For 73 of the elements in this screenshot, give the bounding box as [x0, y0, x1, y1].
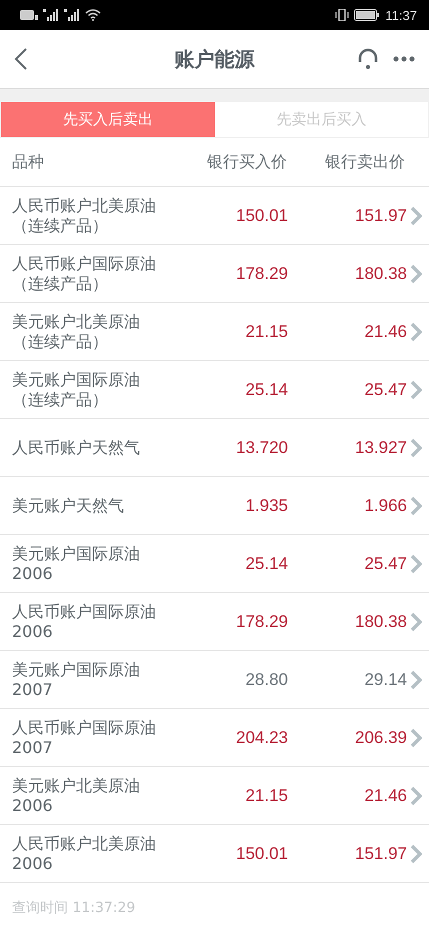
buy-price: 204.23 — [235, 728, 288, 748]
chevron-icon[interactable] — [410, 554, 422, 574]
sell-price: 180.38 — [354, 264, 407, 284]
chevron-icon[interactable] — [410, 322, 422, 342]
buy-price: 1.935 — [244, 496, 288, 516]
product-subtitle: （连续产品） — [12, 390, 109, 410]
chevron-icon[interactable] — [410, 496, 422, 516]
product-subtitle: 2007 — [12, 680, 54, 700]
sell-price: 21.46 — [363, 786, 407, 806]
product-name: 美元账户国际原油 — [12, 544, 141, 564]
chevron-icon[interactable] — [410, 264, 422, 284]
headset-icon[interactable] — [357, 48, 379, 70]
chevron-icon[interactable] — [410, 786, 422, 806]
chevron-icon[interactable] — [410, 612, 422, 632]
buy-price: 25.14 — [244, 554, 288, 574]
clock-time: 11:37 — [385, 8, 417, 22]
buy-price: 25.14 — [244, 380, 288, 400]
product-name: 人民币账户天然气 — [12, 438, 141, 458]
query-time: 查询时间 11:37:29 — [12, 900, 136, 916]
product-subtitle: 2007 — [12, 738, 54, 758]
buy-price: 178.29 — [235, 264, 288, 284]
buy-price: 28.80 — [244, 670, 288, 690]
buy-price: 150.01 — [235, 844, 288, 864]
buy-price: 178.29 — [235, 612, 288, 632]
column-header: 银行卖出价 — [324, 152, 405, 172]
tab[interactable]: 先买入后卖出 — [1, 102, 214, 137]
product-name: 美元账户国际原油 — [12, 370, 141, 390]
product-subtitle: 2006 — [12, 796, 54, 816]
product-name: 美元账户国际原油 — [12, 660, 141, 680]
product-subtitle: 2006 — [12, 622, 54, 642]
chevron-icon[interactable] — [410, 438, 422, 458]
sell-price: 151.97 — [354, 206, 407, 226]
product-name: 人民币账户国际原油 — [12, 602, 157, 622]
chevron-icon[interactable] — [410, 206, 422, 226]
sell-price: 25.47 — [363, 554, 407, 574]
signal-icon — [43, 9, 59, 21]
back-icon[interactable] — [14, 47, 28, 71]
signal-icon — [64, 9, 80, 21]
product-subtitle: 2006 — [12, 854, 54, 874]
column-header: 品种 — [12, 152, 45, 172]
product-subtitle: 2006 — [12, 564, 54, 584]
product-name: 人民币账户国际原油 — [12, 718, 157, 738]
sell-price: 21.46 — [363, 322, 407, 342]
product-subtitle: （连续产品） — [12, 332, 109, 352]
buy-price: 13.720 — [235, 438, 288, 458]
sell-price: 206.39 — [354, 728, 407, 748]
product-subtitle: （连续产品） — [12, 216, 109, 236]
sell-price: 151.97 — [354, 844, 407, 864]
product-name: 人民币账户国际原油 — [12, 254, 157, 274]
product-name: 美元账户天然气 — [12, 496, 125, 516]
product-subtitle: （连续产品） — [12, 274, 109, 294]
product-name: 美元账户北美原油 — [12, 776, 141, 796]
column-header: 银行买入价 — [206, 152, 287, 172]
page-title: 账户能源 — [174, 46, 254, 72]
buy-price: 21.15 — [244, 786, 288, 806]
chevron-icon[interactable] — [410, 844, 422, 864]
chevron-icon[interactable] — [410, 670, 422, 690]
chevron-icon[interactable] — [410, 728, 422, 748]
sell-price: 1.966 — [363, 496, 407, 516]
buy-price: 150.01 — [235, 206, 288, 226]
product-name: 美元账户北美原油 — [12, 312, 141, 332]
sell-price: 13.927 — [354, 438, 407, 458]
more-icon[interactable] — [393, 56, 415, 62]
product-name: 人民币账户北美原油 — [12, 196, 157, 216]
chevron-icon[interactable] — [410, 380, 422, 400]
vibrate-icon — [335, 9, 350, 21]
buy-price: 21.15 — [244, 322, 288, 342]
sell-price: 180.38 — [354, 612, 407, 632]
battery-icon — [354, 9, 380, 21]
sell-price: 29.14 — [363, 670, 407, 690]
wifi-icon — [85, 9, 101, 21]
sell-price: 25.47 — [363, 380, 407, 400]
product-name: 人民币账户北美原油 — [12, 834, 157, 854]
